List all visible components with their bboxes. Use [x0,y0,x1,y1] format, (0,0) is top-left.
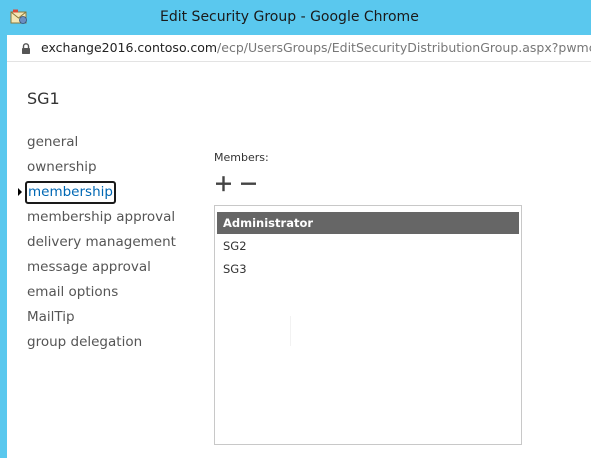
title-bar: Edit Security Group - Google Chrome [0,0,591,35]
url-field[interactable]: exchange2016.contoso.com/ecp/UsersGroups… [41,35,591,61]
members-list[interactable]: Administrator SG2 SG3 [214,205,522,445]
member-row[interactable]: SG3 [217,258,519,280]
nav-item-general[interactable]: general [27,132,78,154]
nav-item-mailtip[interactable]: MailTip [27,307,75,329]
nav-item-ownership[interactable]: ownership [27,157,97,179]
nav-item-membership-approval[interactable]: membership approval [27,207,175,229]
add-member-button[interactable] [215,175,233,193]
member-row[interactable]: SG2 [217,235,519,257]
members-label: Members: [214,151,269,164]
window-frame-left [0,0,7,458]
lock-icon [22,43,30,54]
url-path: /ecp/UsersGroups/EditSecurityDistributio… [217,40,591,55]
nav-item-membership[interactable]: membership [25,181,116,204]
nav-item-message-approval[interactable]: message approval [27,257,151,279]
nav-item-email-options[interactable]: email options [27,282,118,304]
minus-icon [241,182,256,185]
member-row[interactable]: Administrator [217,212,519,234]
plus-icon [216,176,231,192]
remove-member-button[interactable] [240,175,258,193]
selected-arrow-icon [18,188,22,196]
page-title: SG1 [27,89,60,108]
window-title: Edit Security Group - Google Chrome [160,9,419,25]
list-divider [290,316,291,346]
url-host: exchange2016.contoso.com [41,40,218,55]
nav-item-group-delegation[interactable]: group delegation [27,332,142,354]
nav-item-delivery-management[interactable]: delivery management [27,232,176,254]
address-bar[interactable]: exchange2016.contoso.com/ecp/UsersGroups… [7,35,591,62]
page-content: SG1 general ownership membership members… [7,62,591,458]
browser-window: Edit Security Group - Google Chrome exch… [0,0,591,458]
